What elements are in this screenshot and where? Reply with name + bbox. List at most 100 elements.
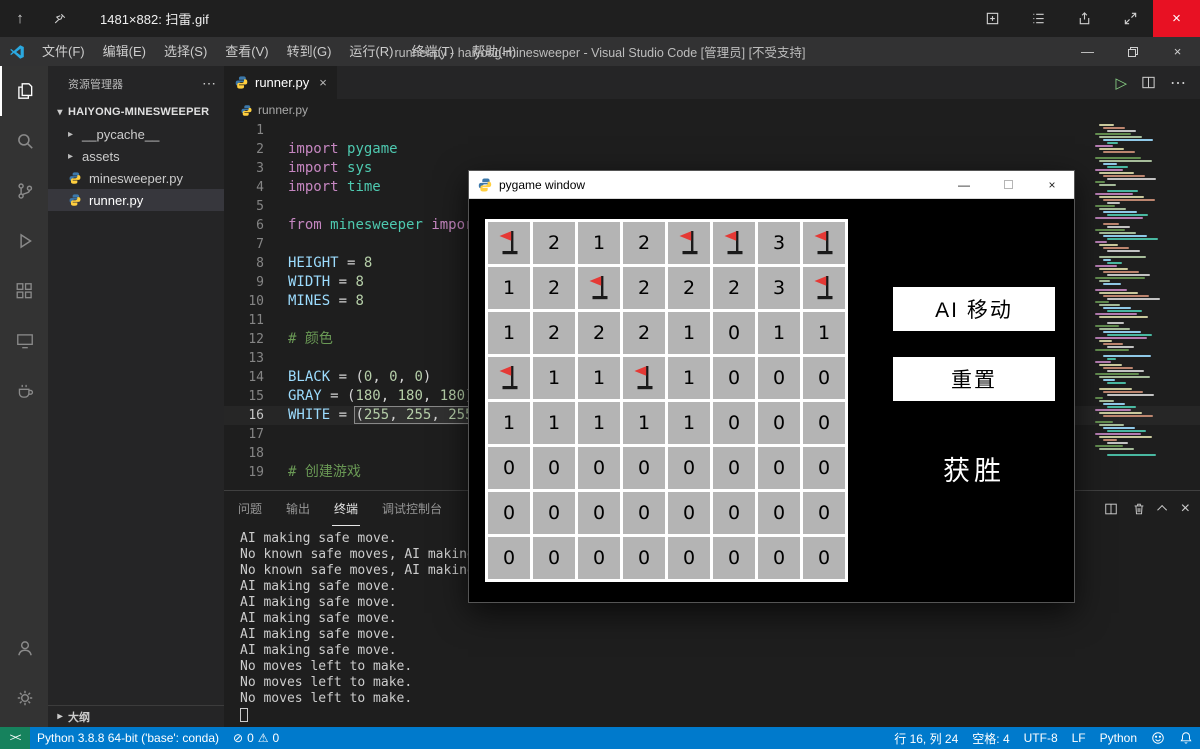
grid-cell-6-5[interactable]: 0 (713, 492, 755, 534)
grid-cell-3-5[interactable]: 0 (713, 357, 755, 399)
activity-search-icon[interactable] (0, 116, 48, 166)
grid-cell-7-3[interactable]: 0 (623, 537, 665, 579)
workspace-root[interactable]: ▾ HAIYONG-MINESWEEPER (48, 101, 224, 123)
grid-cell-7-1[interactable]: 0 (533, 537, 575, 579)
minimize-button[interactable]: — (1065, 37, 1110, 66)
indentation[interactable]: 空格: 4 (965, 727, 1016, 749)
restore-button[interactable] (1110, 37, 1155, 66)
split-editor-icon[interactable] (1141, 75, 1156, 90)
pygame-close-button[interactable]: × (1030, 171, 1074, 199)
grid-cell-3-3[interactable] (623, 357, 665, 399)
viewer-close-button[interactable]: × (1153, 0, 1200, 37)
problems-indicator[interactable]: ⊘ 0 ⚠ 0 (226, 727, 286, 749)
grid-cell-5-3[interactable]: 0 (623, 447, 665, 489)
grid-cell-4-7[interactable]: 0 (803, 402, 845, 444)
grid-cell-7-6[interactable]: 0 (758, 537, 800, 579)
activity-explorer-icon[interactable] (0, 66, 48, 116)
panel-tab[interactable]: 问题 (236, 492, 264, 525)
activity-coffee-icon[interactable] (0, 366, 48, 416)
pygame-titlebar[interactable]: pygame window — × (469, 171, 1074, 199)
grid-cell-5-1[interactable]: 0 (533, 447, 575, 489)
grid-cell-0-3[interactable]: 2 (623, 222, 665, 264)
run-python-file-icon[interactable]: ▷ (1115, 74, 1127, 92)
grid-cell-4-5[interactable]: 0 (713, 402, 755, 444)
grid-cell-5-0[interactable]: 0 (488, 447, 530, 489)
grid-cell-0-1[interactable]: 2 (533, 222, 575, 264)
grid-cell-7-0[interactable]: 0 (488, 537, 530, 579)
panel-tab[interactable]: 调试控制台 (380, 492, 444, 525)
grid-cell-2-1[interactable]: 2 (533, 312, 575, 354)
account-icon[interactable] (0, 623, 48, 673)
grid-cell-2-3[interactable]: 2 (623, 312, 665, 354)
grid-cell-7-2[interactable]: 0 (578, 537, 620, 579)
grid-cell-0-0[interactable] (488, 222, 530, 264)
grid-cell-2-6[interactable]: 1 (758, 312, 800, 354)
activity-source-control-icon[interactable] (0, 166, 48, 216)
menu-item[interactable]: 运行(R) (340, 37, 402, 66)
menu-item[interactable]: 选择(S) (155, 37, 216, 66)
language-mode[interactable]: Python (1093, 727, 1144, 749)
more-actions-icon[interactable]: ⋯ (1170, 73, 1186, 93)
tree-item-assets[interactable]: ▸assets (48, 145, 224, 167)
grid-cell-1-0[interactable]: 1 (488, 267, 530, 309)
grid-cell-2-4[interactable]: 1 (668, 312, 710, 354)
notifications-bell-icon[interactable] (1172, 727, 1200, 749)
panel-tab[interactable]: 终端 (332, 492, 360, 526)
grid-cell-3-2[interactable]: 1 (578, 357, 620, 399)
grid-cell-0-2[interactable]: 1 (578, 222, 620, 264)
grid-cell-0-4[interactable] (668, 222, 710, 264)
encoding[interactable]: UTF-8 (1017, 727, 1065, 749)
grid-cell-5-7[interactable]: 0 (803, 447, 845, 489)
tab-close-icon[interactable]: × (319, 75, 327, 90)
grid-cell-2-5[interactable]: 0 (713, 312, 755, 354)
grid-cell-3-6[interactable]: 0 (758, 357, 800, 399)
grid-cell-4-3[interactable]: 1 (623, 402, 665, 444)
grid-cell-2-7[interactable]: 1 (803, 312, 845, 354)
grid-cell-3-1[interactable]: 1 (533, 357, 575, 399)
grid-cell-4-2[interactable]: 1 (578, 402, 620, 444)
new-window-icon[interactable] (969, 0, 1015, 37)
grid-cell-1-3[interactable]: 2 (623, 267, 665, 309)
pin-icon[interactable] (40, 0, 80, 37)
panel-tab[interactable]: 输出 (284, 492, 312, 525)
remote-indicator[interactable]: >< (0, 727, 30, 749)
grid-cell-6-2[interactable]: 0 (578, 492, 620, 534)
grid-cell-6-1[interactable]: 0 (533, 492, 575, 534)
menu-item[interactable]: 文件(F) (33, 37, 94, 66)
grid-cell-4-4[interactable]: 1 (668, 402, 710, 444)
grid-cell-3-7[interactable]: 0 (803, 357, 845, 399)
tab-runner-py[interactable]: runner.py × (224, 66, 337, 99)
activity-remote-explorer-icon[interactable] (0, 316, 48, 366)
move-up-icon[interactable]: ↑ (0, 0, 40, 37)
reset-button[interactable]: 重置 (893, 357, 1055, 401)
grid-cell-5-5[interactable]: 0 (713, 447, 755, 489)
share-icon[interactable] (1061, 0, 1107, 37)
cursor-position[interactable]: 行 16, 列 24 (887, 727, 965, 749)
close-panel-icon[interactable]: × (1181, 500, 1190, 518)
grid-cell-1-4[interactable]: 2 (668, 267, 710, 309)
grid-cell-7-4[interactable]: 0 (668, 537, 710, 579)
grid-cell-7-5[interactable]: 0 (713, 537, 755, 579)
activity-run-debug-icon[interactable] (0, 216, 48, 266)
grid-cell-4-6[interactable]: 0 (758, 402, 800, 444)
grid-cell-1-7[interactable] (803, 267, 845, 309)
grid-cell-0-6[interactable]: 3 (758, 222, 800, 264)
menu-item[interactable]: 查看(V) (216, 37, 277, 66)
outline-section[interactable]: ▸ 大纲 (48, 705, 224, 727)
pygame-minimize-button[interactable]: — (942, 171, 986, 199)
grid-cell-3-4[interactable]: 1 (668, 357, 710, 399)
panel-layout-icon[interactable] (1104, 502, 1118, 516)
grid-cell-5-6[interactable]: 0 (758, 447, 800, 489)
activity-extensions-icon[interactable] (0, 266, 48, 316)
grid-cell-4-1[interactable]: 1 (533, 402, 575, 444)
grid-cell-5-2[interactable]: 0 (578, 447, 620, 489)
pygame-maximize-button[interactable] (986, 171, 1030, 199)
grid-cell-1-5[interactable]: 2 (713, 267, 755, 309)
minimap[interactable] (1095, 121, 1160, 490)
menu-item[interactable]: 编辑(E) (94, 37, 155, 66)
python-interpreter[interactable]: Python 3.8.8 64-bit ('base': conda) (30, 727, 226, 749)
fullscreen-icon[interactable] (1107, 0, 1153, 37)
eol-sequence[interactable]: LF (1065, 727, 1093, 749)
tree-item-minesweeper-py[interactable]: minesweeper.py (48, 167, 224, 189)
grid-cell-1-2[interactable] (578, 267, 620, 309)
